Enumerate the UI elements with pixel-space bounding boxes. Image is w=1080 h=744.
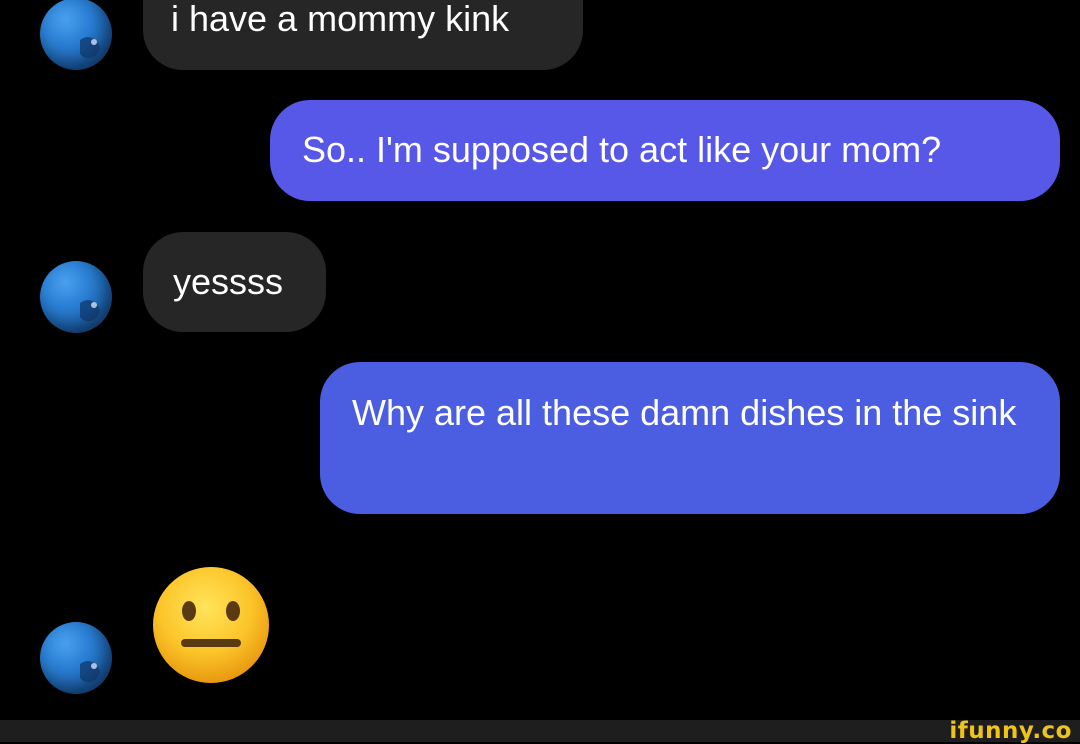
message-bubble-incoming[interactable]: i have a mommy kink: [143, 0, 583, 70]
avatar-image: [80, 661, 100, 683]
avatar-image: [80, 37, 100, 59]
message-bubble-outgoing[interactable]: So.. I'm supposed to act like your mom?: [270, 100, 1060, 201]
watermark-bar: ifunny.co: [0, 718, 1080, 744]
chat-thread: i have a mommy kink So.. I'm supposed to…: [0, 0, 1080, 720]
contact-avatar[interactable]: [40, 0, 112, 70]
message-text: So.. I'm supposed to act like your mom?: [302, 129, 942, 170]
message-text: i have a mommy kink: [171, 0, 510, 39]
contact-avatar[interactable]: [40, 622, 112, 694]
ifunny-watermark-logo: ifunny.co: [949, 718, 1072, 744]
avatar-image: [80, 300, 100, 322]
neutral-face-emoji-icon[interactable]: [151, 565, 271, 685]
message-bubble-outgoing[interactable]: Why are all these damn dishes in the sin…: [320, 362, 1060, 514]
contact-avatar[interactable]: [40, 261, 112, 333]
message-bubble-incoming[interactable]: yessss: [143, 232, 326, 332]
message-text: Why are all these damn dishes in the sin…: [352, 392, 1017, 433]
message-text: yessss: [173, 261, 284, 302]
